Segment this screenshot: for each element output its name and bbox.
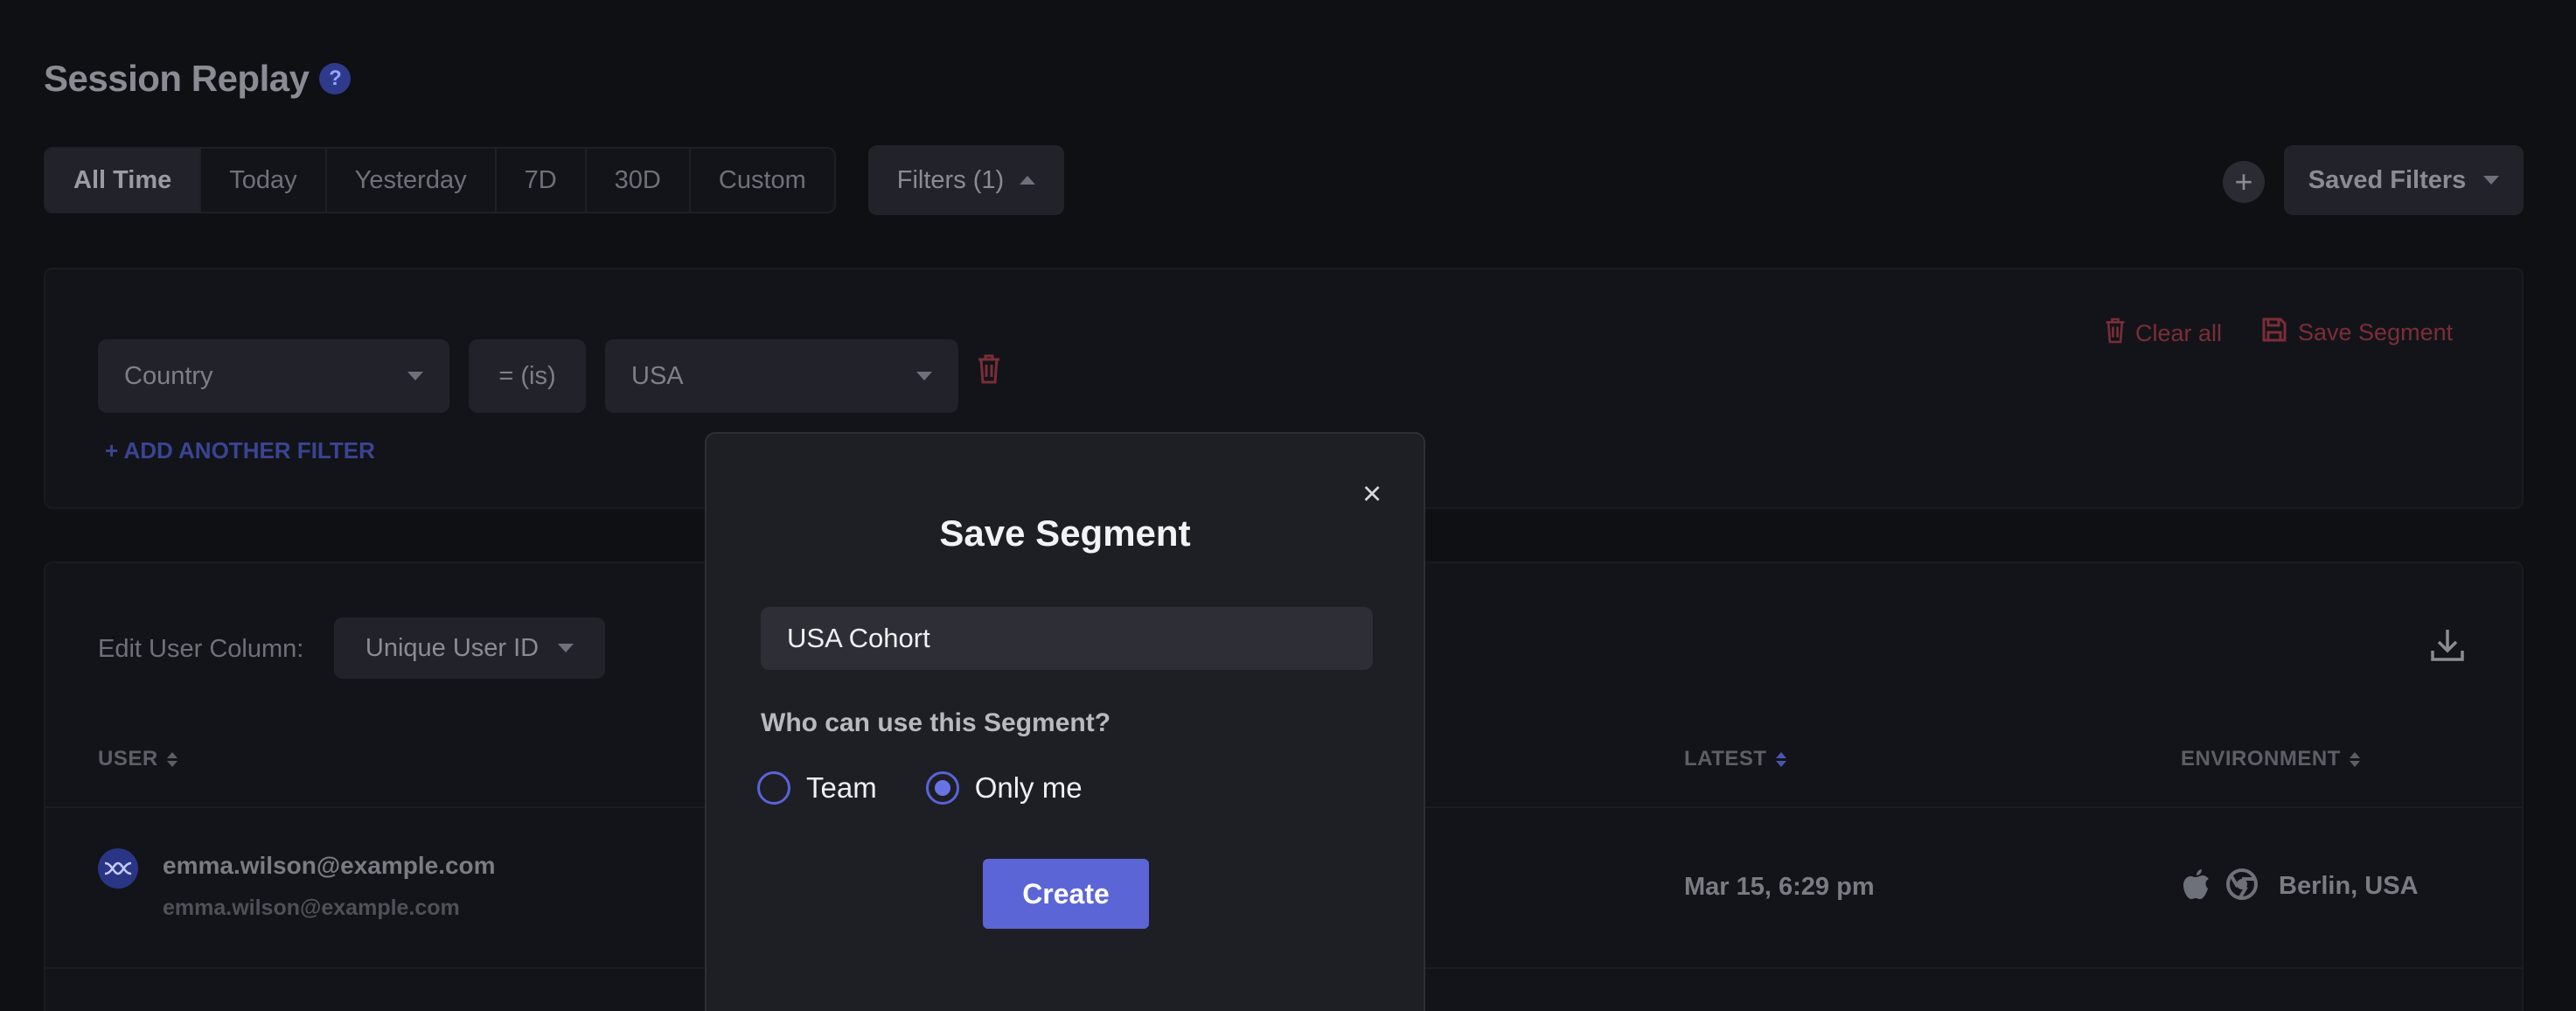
download-icon[interactable] — [2429, 626, 2466, 667]
filter-value-text: USA — [631, 361, 684, 390]
clear-all-button[interactable]: Clear all — [2104, 317, 2222, 351]
location-text: Berlin, USA — [2279, 872, 2419, 900]
column-header-environment-label: ENVIRONMENT — [2181, 747, 2341, 770]
user-id: emma.wilson@example.com — [163, 896, 460, 920]
date-range-custom[interactable]: Custom — [691, 149, 834, 212]
modal-title: Save Segment — [939, 512, 1191, 554]
saved-filters-dropdown[interactable]: Saved Filters — [2284, 145, 2524, 215]
help-icon[interactable]: ? — [319, 63, 352, 94]
filters-label: Filters (1) — [896, 165, 1005, 194]
add-another-filter-link[interactable]: + ADD ANOTHER FILTER — [105, 437, 375, 464]
chevron-down-icon — [2483, 176, 2500, 185]
chrome-icon — [2226, 868, 2258, 904]
column-header-user[interactable]: USER — [98, 747, 178, 771]
filter-value-select[interactable]: USA — [605, 339, 958, 413]
delete-filter-icon[interactable] — [976, 353, 1002, 389]
visibility-radio-group: Team Only me — [757, 771, 1131, 805]
close-icon[interactable]: × — [1362, 478, 1382, 511]
add-icon[interactable]: + — [2223, 161, 2265, 203]
save-icon — [2261, 317, 2287, 349]
date-range-today[interactable]: Today — [201, 149, 327, 212]
saved-filters-label: Saved Filters — [2308, 165, 2467, 194]
chevron-up-icon — [1020, 176, 1036, 185]
sort-icon — [2349, 751, 2360, 767]
sort-icon — [166, 751, 178, 767]
page-title: Session Replay — [44, 58, 310, 99]
date-range-selector: All Time Today Yesterday 7D 30D Custom — [44, 147, 836, 213]
apple-icon — [2181, 868, 2210, 905]
date-range-all-time[interactable]: All Time — [45, 149, 202, 212]
page-header: Session Replay ? — [44, 58, 352, 100]
chevron-down-icon — [916, 372, 932, 380]
radio-only-me[interactable]: Only me — [925, 771, 1083, 805]
user-email: emma.wilson@example.com — [163, 852, 496, 879]
avatar — [98, 848, 138, 889]
column-header-latest-label: LATEST — [1684, 747, 1767, 770]
radio-team-label: Team — [806, 771, 877, 804]
trash-icon — [2104, 317, 2127, 351]
save-segment-label: Save Segment — [2298, 319, 2454, 345]
filter-field-select[interactable]: Country — [98, 339, 449, 413]
column-header-latest[interactable]: LATEST — [1684, 747, 1786, 771]
save-segment-button[interactable]: Save Segment — [2261, 317, 2453, 349]
filter-operator-select[interactable]: = (is) — [469, 339, 586, 413]
chevron-down-icon — [407, 372, 423, 380]
filters-toggle-button[interactable]: Filters (1) — [868, 145, 1064, 215]
sort-icon — [1775, 751, 1786, 767]
edit-user-column-label: Edit User Column: — [98, 635, 304, 663]
user-column-value: Unique User ID — [365, 633, 540, 662]
environment-cell: Berlin, USA — [2181, 868, 2419, 905]
latest-timestamp: Mar 15, 6:29 pm — [1684, 873, 1875, 901]
column-header-user-label: USER — [98, 747, 158, 770]
chevron-down-icon — [558, 644, 574, 652]
date-range-yesterday[interactable]: Yesterday — [327, 149, 497, 212]
radio-only-me-label: Only me — [974, 771, 1083, 804]
save-segment-modal: × Save Segment Who can use this Segment?… — [705, 432, 1425, 1011]
date-range-30d[interactable]: 30D — [587, 149, 691, 212]
filter-operator-value: = (is) — [498, 361, 556, 390]
segment-visibility-question: Who can use this Segment? — [761, 708, 1111, 737]
radio-unchecked-icon — [757, 771, 790, 805]
clear-all-label: Clear all — [2135, 320, 2223, 346]
radio-checked-icon — [925, 771, 959, 805]
user-column-select[interactable]: Unique User ID — [334, 617, 605, 679]
date-range-7d[interactable]: 7D — [497, 149, 587, 212]
create-button[interactable]: Create — [983, 859, 1149, 929]
segment-name-input[interactable] — [761, 607, 1373, 670]
column-header-environment[interactable]: ENVIRONMENT — [2181, 747, 2360, 771]
radio-team[interactable]: Team — [757, 771, 877, 805]
filter-field-value: Country — [124, 361, 213, 390]
